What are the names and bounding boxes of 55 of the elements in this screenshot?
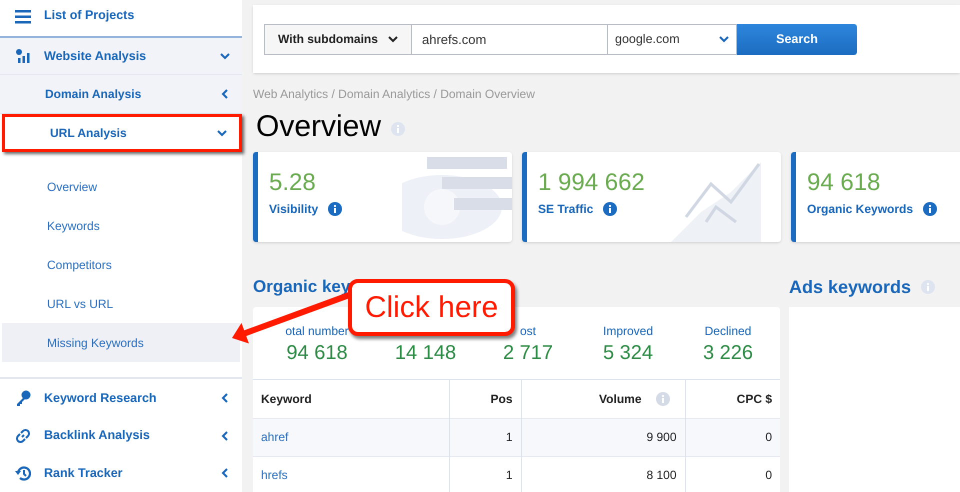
search-engine-dropdown[interactable]: google.com [607, 24, 737, 54]
bar-chart-icon [15, 48, 31, 64]
table-cell: 0 [765, 468, 772, 482]
column-header: Keyword [261, 390, 312, 408]
stat-value: 94 618 [286, 341, 348, 366]
search-button[interactable]: Search [737, 24, 857, 54]
stat-value: 94 618 [807, 168, 882, 198]
chevron-down-icon [388, 36, 398, 42]
stat-label: Organic Keywords [807, 201, 914, 218]
table-cell: 1 [506, 468, 512, 482]
stat-value: 1 994 662 [538, 168, 646, 198]
info-icon [328, 202, 342, 216]
column-header: Volume [599, 390, 642, 408]
sidebar-subitem[interactable]: Missing Keywords [2, 323, 240, 362]
column-header: Pos [490, 390, 512, 408]
domain-input[interactable]: ahrefs.com [412, 24, 607, 54]
stat-value: 2 717 [502, 341, 554, 366]
subdomain-dropdown[interactable]: With subdomains [264, 24, 412, 54]
sidebar-item[interactable]: URL Analysis [2, 114, 242, 152]
table-cell: 9 900 [646, 430, 676, 444]
link-icon [15, 428, 31, 444]
table-cell: 0 [765, 430, 772, 444]
sidebar-subitem[interactable]: Overview [2, 167, 240, 206]
history-icon [15, 465, 31, 482]
sidebar-subitem[interactable]: Keywords [2, 206, 240, 246]
keyword-link[interactable]: hrefs [261, 468, 288, 482]
section-heading: Ads keywords [789, 276, 912, 299]
stat-value: 5 324 [602, 341, 654, 366]
table-cell: 8 100 [646, 468, 676, 482]
info-icon [603, 202, 618, 216]
stat-label: ost [520, 324, 536, 338]
sidebar-item[interactable]: Domain Analysis [0, 75, 242, 114]
stat-label: Improved [602, 324, 654, 338]
stat-value: 14 148 [394, 341, 456, 366]
sidebar-item[interactable]: Website Analysis [0, 38, 242, 76]
menu-icon [15, 8, 31, 24]
stat-value: 5.28 [269, 168, 317, 198]
keyword-link[interactable]: ahref [261, 430, 288, 444]
stat-label: Visibility [269, 201, 318, 218]
sidebar-subitem[interactable]: URL vs URL [2, 284, 240, 324]
info-icon [656, 392, 670, 406]
column-header: CPC $ [736, 390, 772, 408]
stat-label: SE Traffic [538, 201, 594, 218]
chevron-down-icon [719, 36, 729, 42]
sidebar-subitem[interactable]: Competitors [2, 245, 240, 284]
table-cell: 1 [506, 430, 512, 444]
stat-label: otal number [285, 324, 349, 338]
stat-label: Declined [704, 324, 752, 338]
info-icon [391, 122, 406, 136]
stat-value: 3 226 [702, 341, 754, 366]
page-title: Overview [256, 109, 382, 145]
breadcrumb: Web Analytics / Domain Analytics / Domain Overview [253, 87, 536, 101]
key-icon [15, 390, 31, 406]
info-icon [923, 202, 938, 216]
info-icon [921, 280, 936, 294]
